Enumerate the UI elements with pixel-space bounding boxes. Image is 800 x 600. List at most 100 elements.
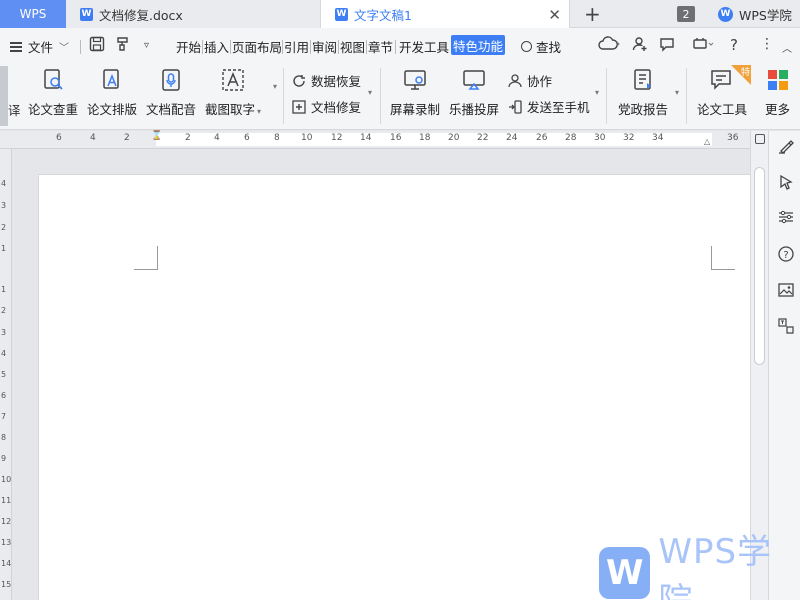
screen-record-icon bbox=[403, 68, 427, 92]
doc-voice-button[interactable]: 文档配音 bbox=[146, 68, 196, 118]
search-button[interactable]: 查找 bbox=[521, 37, 561, 56]
group-expand-icon[interactable]: ▾ bbox=[273, 82, 277, 91]
scrollbar-thumb[interactable] bbox=[754, 167, 765, 365]
ribbon-divider bbox=[283, 68, 284, 124]
paper-check-button[interactable]: 论文查重 bbox=[28, 68, 78, 118]
ruler-label: 10 bbox=[301, 133, 313, 143]
send-to-phone-button[interactable]: 发送至手机 bbox=[508, 97, 590, 116]
vertical-ruler[interactable]: 4 3 2 1 1 2 3 4 5 6 7 8 9 10 11 12 13 14… bbox=[0, 149, 12, 600]
ocr-icon bbox=[221, 68, 245, 92]
doc-tab-repair[interactable]: W 文档修复.docx bbox=[66, 0, 320, 28]
file-menu[interactable]: 文件 ﹀ bbox=[10, 37, 69, 56]
search-icon bbox=[521, 41, 532, 52]
ruler-label: 2 bbox=[124, 133, 130, 143]
ruler-label: 10 bbox=[1, 475, 12, 484]
ruler-label: 14 bbox=[360, 133, 372, 143]
wps-academy-watermark: W WPS学院 bbox=[599, 532, 800, 600]
tab-special-features[interactable]: 特色功能 bbox=[451, 35, 505, 55]
hamburger-icon bbox=[10, 41, 22, 52]
horizontal-ruler[interactable]: 6 4 2 2 4 6 8 10 12 14 16 18 20 22 24 26… bbox=[0, 131, 750, 149]
tab-review[interactable]: 审阅 bbox=[312, 37, 337, 56]
group-expand-icon[interactable]: ▾ bbox=[595, 88, 599, 97]
wps-home-tab[interactable]: WPS bbox=[0, 0, 66, 28]
group-expand-icon[interactable]: ▾ bbox=[675, 88, 679, 97]
paper-check-icon bbox=[41, 68, 65, 92]
ruler-toggle-icon[interactable] bbox=[755, 134, 765, 144]
save-icon[interactable] bbox=[89, 36, 105, 56]
ribbon-label: 数据恢复 bbox=[311, 74, 362, 89]
ruler-label: 4 bbox=[1, 179, 7, 188]
doc-repair-button[interactable]: 文档修复 bbox=[292, 97, 361, 116]
help-circle-icon[interactable]: ? bbox=[777, 245, 795, 263]
tab-start[interactable]: 开始 bbox=[176, 37, 201, 56]
ruler-label: 2 bbox=[185, 133, 191, 143]
wps-academy-link[interactable]: W WPS学院 bbox=[718, 0, 792, 28]
first-line-indent-marker[interactable]: ⌛ bbox=[151, 131, 162, 141]
ruler-label: 5 bbox=[1, 370, 7, 379]
cast-screen-button[interactable]: 乐播投屏 bbox=[449, 68, 499, 118]
ribbon-label: 论文工具 bbox=[697, 102, 748, 117]
collapse-ribbon-icon[interactable]: ︿ bbox=[782, 40, 792, 55]
adjust-sliders-icon[interactable] bbox=[777, 208, 795, 226]
ruler-label: 4 bbox=[90, 133, 96, 143]
format-painter-icon[interactable] bbox=[115, 36, 131, 56]
comment-bubble-icon[interactable] bbox=[659, 36, 675, 56]
tab-page-layout[interactable]: 页面布局 bbox=[232, 37, 282, 56]
ruler-label: 13 bbox=[1, 538, 12, 547]
new-tab-icon[interactable]: + bbox=[584, 2, 601, 26]
document-page[interactable] bbox=[38, 174, 750, 600]
ruler-label: 16 bbox=[390, 133, 402, 143]
ruler-label: 3 bbox=[1, 201, 7, 210]
ribbon-label: 乐播投屏 bbox=[449, 102, 500, 117]
more-options-icon[interactable]: ⋮ bbox=[760, 36, 774, 52]
window-count-badge[interactable]: 2 bbox=[677, 6, 695, 22]
paper-layout-button[interactable]: 论文排版 bbox=[87, 68, 137, 118]
collaborate-button[interactable]: 协作 bbox=[508, 71, 552, 90]
ruler-label: 9 bbox=[1, 454, 7, 463]
ribbon-scroll-left[interactable] bbox=[0, 66, 8, 126]
ribbon-label: 更多 bbox=[765, 102, 791, 117]
tab-insert[interactable]: 插入 bbox=[204, 37, 229, 56]
tab-developer[interactable]: 开发工具 bbox=[399, 37, 449, 56]
screenshot-ocr-button[interactable]: 截图取字 ▾ bbox=[205, 68, 261, 118]
ruler-label: 15 bbox=[1, 580, 12, 589]
cloud-sync-icon[interactable] bbox=[598, 36, 620, 56]
doc-tab-label: 文字文稿1 bbox=[354, 7, 412, 23]
close-tab-icon[interactable]: ✕ bbox=[548, 6, 561, 24]
divider bbox=[282, 40, 283, 54]
translate-icon[interactable] bbox=[777, 317, 795, 335]
ruler-label: 18 bbox=[419, 133, 431, 143]
data-recovery-button[interactable]: 数据恢复 bbox=[292, 71, 361, 90]
file-menu-label: 文件 bbox=[28, 40, 54, 55]
share-user-icon[interactable] bbox=[632, 36, 648, 56]
style-brush-icon[interactable] bbox=[777, 137, 795, 155]
search-label: 查找 bbox=[536, 40, 562, 55]
ruler-label: 12 bbox=[1, 517, 12, 526]
doc-tab-draft[interactable]: W 文字文稿1 ✕ bbox=[320, 0, 570, 28]
quick-access-dropdown-icon[interactable]: ▿ bbox=[144, 40, 149, 51]
more-apps-button[interactable]: 更多 bbox=[765, 68, 790, 118]
ruler-label: 36 bbox=[727, 133, 739, 143]
divider bbox=[80, 40, 81, 54]
title-tab-bar: WPS W 文档修复.docx W 文字文稿1 ✕ + 2 W WPS学院 bbox=[0, 0, 800, 28]
select-cursor-icon[interactable] bbox=[777, 173, 795, 191]
party-report-button[interactable]: 党政报告 bbox=[618, 68, 668, 118]
divider bbox=[366, 40, 367, 54]
ruler-label: 11 bbox=[1, 496, 12, 505]
group-expand-icon[interactable]: ▾ bbox=[368, 88, 372, 97]
screen-record-button[interactable]: 屏幕录制 bbox=[390, 68, 440, 118]
ruler-label: 20 bbox=[448, 133, 460, 143]
tab-reference[interactable]: 引用 bbox=[284, 37, 309, 56]
ribbon-label: 协作 bbox=[527, 74, 553, 89]
tab-view[interactable]: 视图 bbox=[340, 37, 365, 56]
tool-settings-icon[interactable] bbox=[692, 36, 714, 56]
right-indent-marker[interactable]: △ bbox=[704, 137, 710, 146]
academy-label: WPS学院 bbox=[739, 7, 792, 23]
ruler-label: 32 bbox=[623, 133, 635, 143]
tab-chapter[interactable]: 章节 bbox=[368, 37, 393, 56]
divider bbox=[338, 40, 339, 54]
image-icon[interactable] bbox=[777, 281, 795, 299]
doc-tab-label: 文档修复.docx bbox=[99, 7, 183, 23]
divider bbox=[202, 40, 203, 54]
help-icon[interactable]: ? bbox=[730, 36, 738, 54]
